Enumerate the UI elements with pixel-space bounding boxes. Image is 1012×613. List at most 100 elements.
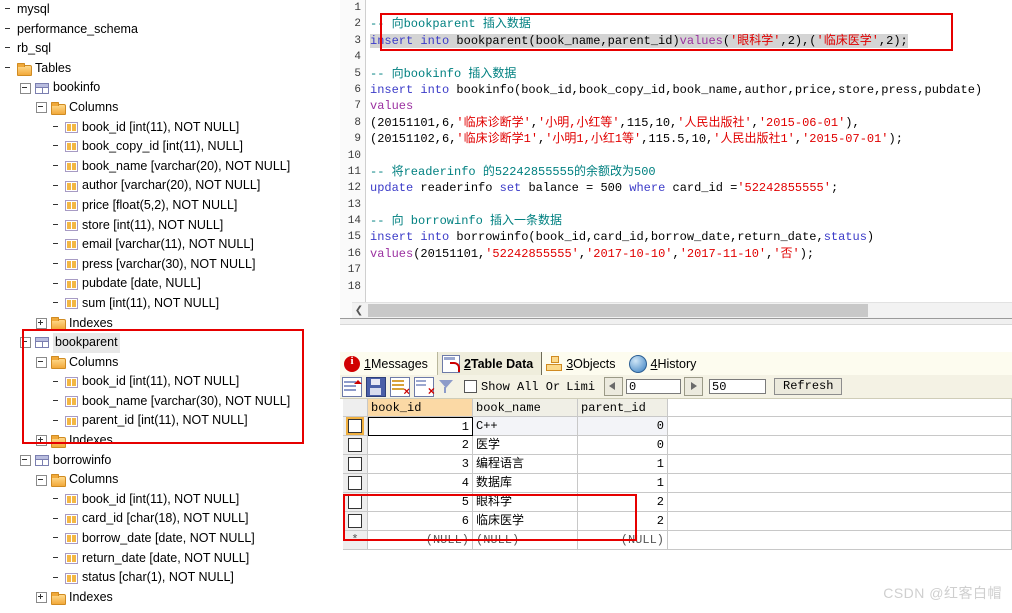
row-checkbox[interactable] [348, 495, 362, 509]
expand-icon[interactable] [36, 592, 47, 604]
code-line[interactable] [370, 0, 1012, 16]
code-line[interactable]: -- 向 borrowinfo 插入一条数据 [370, 213, 1012, 229]
tree-node[interactable]: book_id [int(11), NOT NULL] [0, 490, 340, 510]
select-all-cell[interactable] [343, 399, 368, 417]
tree-node[interactable]: bookinfo [0, 78, 340, 98]
row-checkbox[interactable] [348, 476, 362, 490]
tree-node[interactable]: Indexes [0, 314, 340, 334]
tree-node[interactable]: performance_schema [0, 20, 340, 40]
scroll-left-arrow[interactable]: ❮ [352, 303, 366, 318]
table-cell[interactable]: 2 [368, 436, 473, 455]
code-line[interactable] [370, 148, 1012, 164]
new-row-cell[interactable]: (NULL) [578, 531, 668, 550]
show-all-checkbox[interactable] [464, 380, 477, 393]
tree-node[interactable]: borrowinfo [0, 451, 340, 471]
table-cell[interactable]: 1 [368, 417, 473, 436]
row-select-cell[interactable] [343, 493, 368, 512]
code-line[interactable]: -- 向bookinfo 插入数据 [370, 66, 1012, 82]
tab-messages[interactable]: 1 Messages [340, 352, 437, 375]
tree-node[interactable]: card_id [char(18), NOT NULL] [0, 509, 340, 529]
table-cell[interactable]: 编程语言 [473, 455, 578, 474]
tree-node[interactable]: book_copy_id [int(11), NULL] [0, 137, 340, 157]
tree-node[interactable]: Indexes [0, 588, 340, 608]
code-line[interactable] [370, 49, 1012, 65]
table-cell[interactable]: 3 [368, 455, 473, 474]
column-header[interactable]: book_id [368, 399, 473, 417]
results-tab-bar[interactable]: 1 Messages2 Table Data3 Objects4 History [340, 352, 1012, 376]
table-cell[interactable]: 数据库 [473, 474, 578, 493]
prev-page-button[interactable] [604, 377, 624, 396]
table-cell[interactable]: 5 [368, 493, 473, 512]
code-line[interactable]: -- 将readerinfo 的52242855555的余额改为500 [370, 164, 1012, 180]
table-row[interactable]: 6 临床医学 2 [343, 512, 1012, 531]
code-line[interactable]: (20151102,6,'临床诊断学1', '小明1,小红1等',115.5,10… [370, 131, 1012, 147]
next-page-button[interactable] [684, 377, 704, 396]
refresh-button[interactable]: Refresh [774, 378, 843, 395]
tree-node[interactable]: borrow_date [date, NOT NULL] [0, 529, 340, 549]
code-line[interactable]: insert into bookparent(book_name,parent_… [370, 33, 1012, 49]
row-select-cell[interactable] [343, 436, 368, 455]
table-cell[interactable]: 眼科学 [473, 493, 578, 512]
row-select-cell[interactable] [343, 455, 368, 474]
tree-node[interactable]: return_date [date, NOT NULL] [0, 549, 340, 569]
sql-code-area[interactable]: -- 向bookparent 插入数据 insert into bookparen… [370, 0, 1012, 318]
table-cell[interactable]: 0 [578, 436, 668, 455]
tree-node[interactable]: parent_id [int(11), NOT NULL] [0, 411, 340, 431]
code-line[interactable] [370, 262, 1012, 278]
expand-icon[interactable] [36, 317, 47, 329]
tab-objects[interactable]: 3 Objects [542, 352, 624, 375]
collapse-icon[interactable] [36, 474, 47, 486]
row-checkbox[interactable] [346, 417, 364, 435]
tree-node[interactable]: mysql [0, 0, 340, 20]
code-line[interactable]: insert into bookinfo(book_id,book_copy_i… [370, 82, 1012, 98]
tree-node[interactable]: Tables [0, 59, 340, 79]
tree-node[interactable]: status [char(1), NOT NULL] [0, 568, 340, 588]
tree-node[interactable]: Columns [0, 98, 340, 118]
new-row-cell[interactable]: (NULL) [473, 531, 578, 550]
tree-node[interactable]: Columns [0, 470, 340, 490]
table-cell[interactable]: 2 [578, 493, 668, 512]
tree-node[interactable]: email [varchar(11), NOT NULL] [0, 235, 340, 255]
column-header[interactable]: parent_id [578, 399, 668, 417]
cancel-edit-icon[interactable] [414, 376, 435, 399]
editor-horizontal-scrollbar[interactable]: ❮ [352, 302, 1012, 318]
tree-node[interactable]: book_id [int(11), NOT NULL] [0, 118, 340, 138]
limit-input[interactable] [709, 379, 767, 394]
tree-node[interactable]: price [float(5,2), NOT NULL] [0, 196, 340, 216]
table-cell[interactable]: 医学 [473, 436, 578, 455]
save-record-icon[interactable] [366, 376, 386, 397]
table-row[interactable]: 4 数据库 1 [343, 474, 1012, 493]
table-row[interactable]: 1 C++ 0 [343, 417, 1012, 436]
new-record-icon[interactable] [342, 376, 362, 397]
collapse-icon[interactable] [20, 82, 31, 94]
tree-node[interactable]: book_name [varchar(20), NOT NULL] [0, 157, 340, 177]
row-checkbox[interactable] [348, 457, 362, 471]
table-cell[interactable]: 临床医学 [473, 512, 578, 531]
collapse-icon[interactable] [36, 102, 47, 114]
table-cell[interactable]: 6 [368, 512, 473, 531]
tab-table-data[interactable]: 2 Table Data [436, 352, 543, 375]
table-row[interactable]: 3 编程语言 1 [343, 455, 1012, 474]
code-line[interactable]: insert into borrowinfo(book_id,card_id,b… [370, 229, 1012, 245]
column-header[interactable]: book_name [473, 399, 578, 417]
sql-editor[interactable]: 1 2 3 4 5 6 7 8 9 10 11 12 13 14 15 16 17 18 -- 向bookpare… [340, 0, 1012, 318]
collapse-icon[interactable] [36, 356, 47, 368]
tab-history[interactable]: 4 History [625, 352, 706, 375]
tree-node[interactable]: Columns [0, 353, 340, 373]
tree-node[interactable]: press [varchar(30), NOT NULL] [0, 255, 340, 275]
code-line[interactable]: values(20151101,'52242855555','2017-10-1… [370, 246, 1012, 262]
table-cell[interactable]: 2 [578, 512, 668, 531]
code-line[interactable]: update readerinfo set balance = 500 wher… [370, 180, 1012, 196]
offset-input[interactable] [626, 379, 682, 394]
code-line[interactable] [370, 197, 1012, 213]
grid-toolbar[interactable]: Show All Or Limi Refresh [340, 375, 1012, 399]
table-data-grid[interactable]: book_id book_name parent_id 1 C++ 0 2 医学 0 3 编程语言 1… [343, 399, 1012, 550]
editor-results-splitter[interactable] [340, 318, 1012, 325]
code-line[interactable] [370, 279, 1012, 295]
tree-node[interactable]: book_name [varchar(30), NOT NULL] [0, 392, 340, 412]
delete-record-icon[interactable] [390, 376, 410, 397]
tree-node[interactable]: book_id [int(11), NOT NULL] [0, 372, 340, 392]
tree-node[interactable]: pubdate [date, NULL] [0, 274, 340, 294]
expand-icon[interactable] [36, 435, 47, 447]
tree-node[interactable]: store [int(11), NOT NULL] [0, 216, 340, 236]
